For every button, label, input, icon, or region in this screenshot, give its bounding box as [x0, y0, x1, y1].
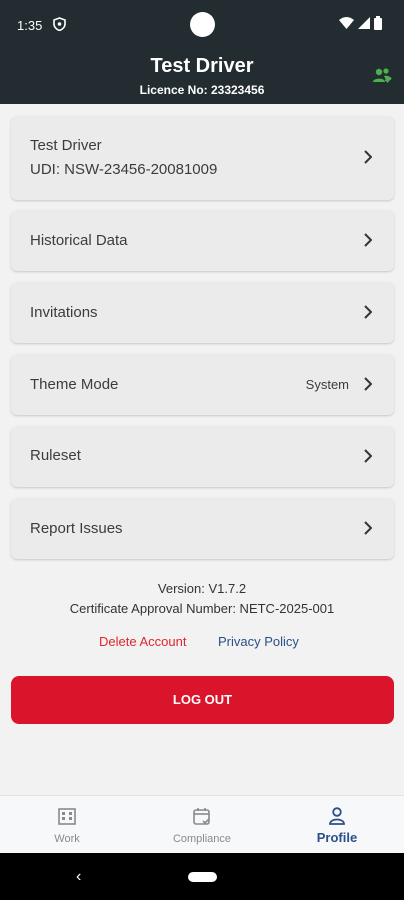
privacy-policy-link[interactable]: Privacy Policy [218, 634, 299, 649]
nav-profile-label: Profile [316, 830, 358, 845]
shield-icon [53, 17, 66, 36]
status-bar: 1:35 [0, 0, 404, 46]
system-nav-bar: ‹ [0, 853, 404, 900]
camera-cutout [190, 12, 215, 37]
signal-icon [358, 17, 370, 29]
nav-work[interactable]: Work [0, 796, 134, 854]
battery-icon [374, 16, 382, 30]
building-icon [57, 806, 77, 831]
theme-mode-label: Theme Mode [30, 376, 119, 393]
licence-number: Licence No: 23323456 [139, 83, 265, 97]
sync-users-icon[interactable] [372, 67, 392, 89]
wifi-icon [339, 17, 354, 29]
chevron-right-icon [363, 449, 373, 468]
theme-mode-item[interactable]: Theme Mode System [11, 354, 394, 415]
historical-data-label: Historical Data [30, 232, 128, 249]
invitations-item[interactable]: Invitations [11, 282, 394, 343]
ruleset-label: Ruleset [30, 447, 81, 464]
bottom-nav: Work Compliance Profile [0, 795, 404, 853]
delete-account-link[interactable]: Delete Account [99, 634, 186, 649]
historical-data-item[interactable]: Historical Data [11, 210, 394, 271]
chevron-right-icon [363, 521, 373, 540]
app-header: Test Driver Licence No: 23323456 [0, 46, 404, 104]
report-issues-label: Report Issues [30, 520, 123, 537]
person-icon [328, 806, 346, 831]
theme-mode-value: System [305, 377, 349, 392]
chevron-right-icon [363, 150, 373, 169]
chevron-right-icon [363, 233, 373, 252]
status-time: 1:35 [17, 18, 43, 33]
nav-profile[interactable]: Profile [270, 796, 404, 854]
profile-card[interactable]: Test Driver UDI: NSW-23456-20081009 [11, 116, 394, 200]
nav-compliance-label: Compliance [172, 833, 232, 845]
back-icon[interactable]: ‹ [76, 868, 81, 886]
driver-name: Test Driver [30, 137, 102, 154]
calendar-check-icon [192, 806, 212, 831]
logout-button[interactable]: LOG OUT [11, 676, 394, 724]
nav-compliance[interactable]: Compliance [135, 796, 269, 854]
nav-work-label: Work [54, 833, 80, 845]
driver-udi: UDI: NSW-23456-20081009 [30, 161, 218, 178]
chevron-right-icon [363, 377, 373, 396]
report-issues-item[interactable]: Report Issues [11, 498, 394, 559]
page-title: Test Driver [150, 55, 254, 77]
invitations-label: Invitations [30, 304, 98, 321]
version-text: Version: V1.7.2 [157, 581, 247, 596]
home-handle[interactable] [188, 872, 217, 882]
certificate-text: Certificate Approval Number: NETC-2025-0… [69, 601, 335, 616]
ruleset-item[interactable]: Ruleset [11, 426, 394, 487]
chevron-right-icon [363, 305, 373, 324]
